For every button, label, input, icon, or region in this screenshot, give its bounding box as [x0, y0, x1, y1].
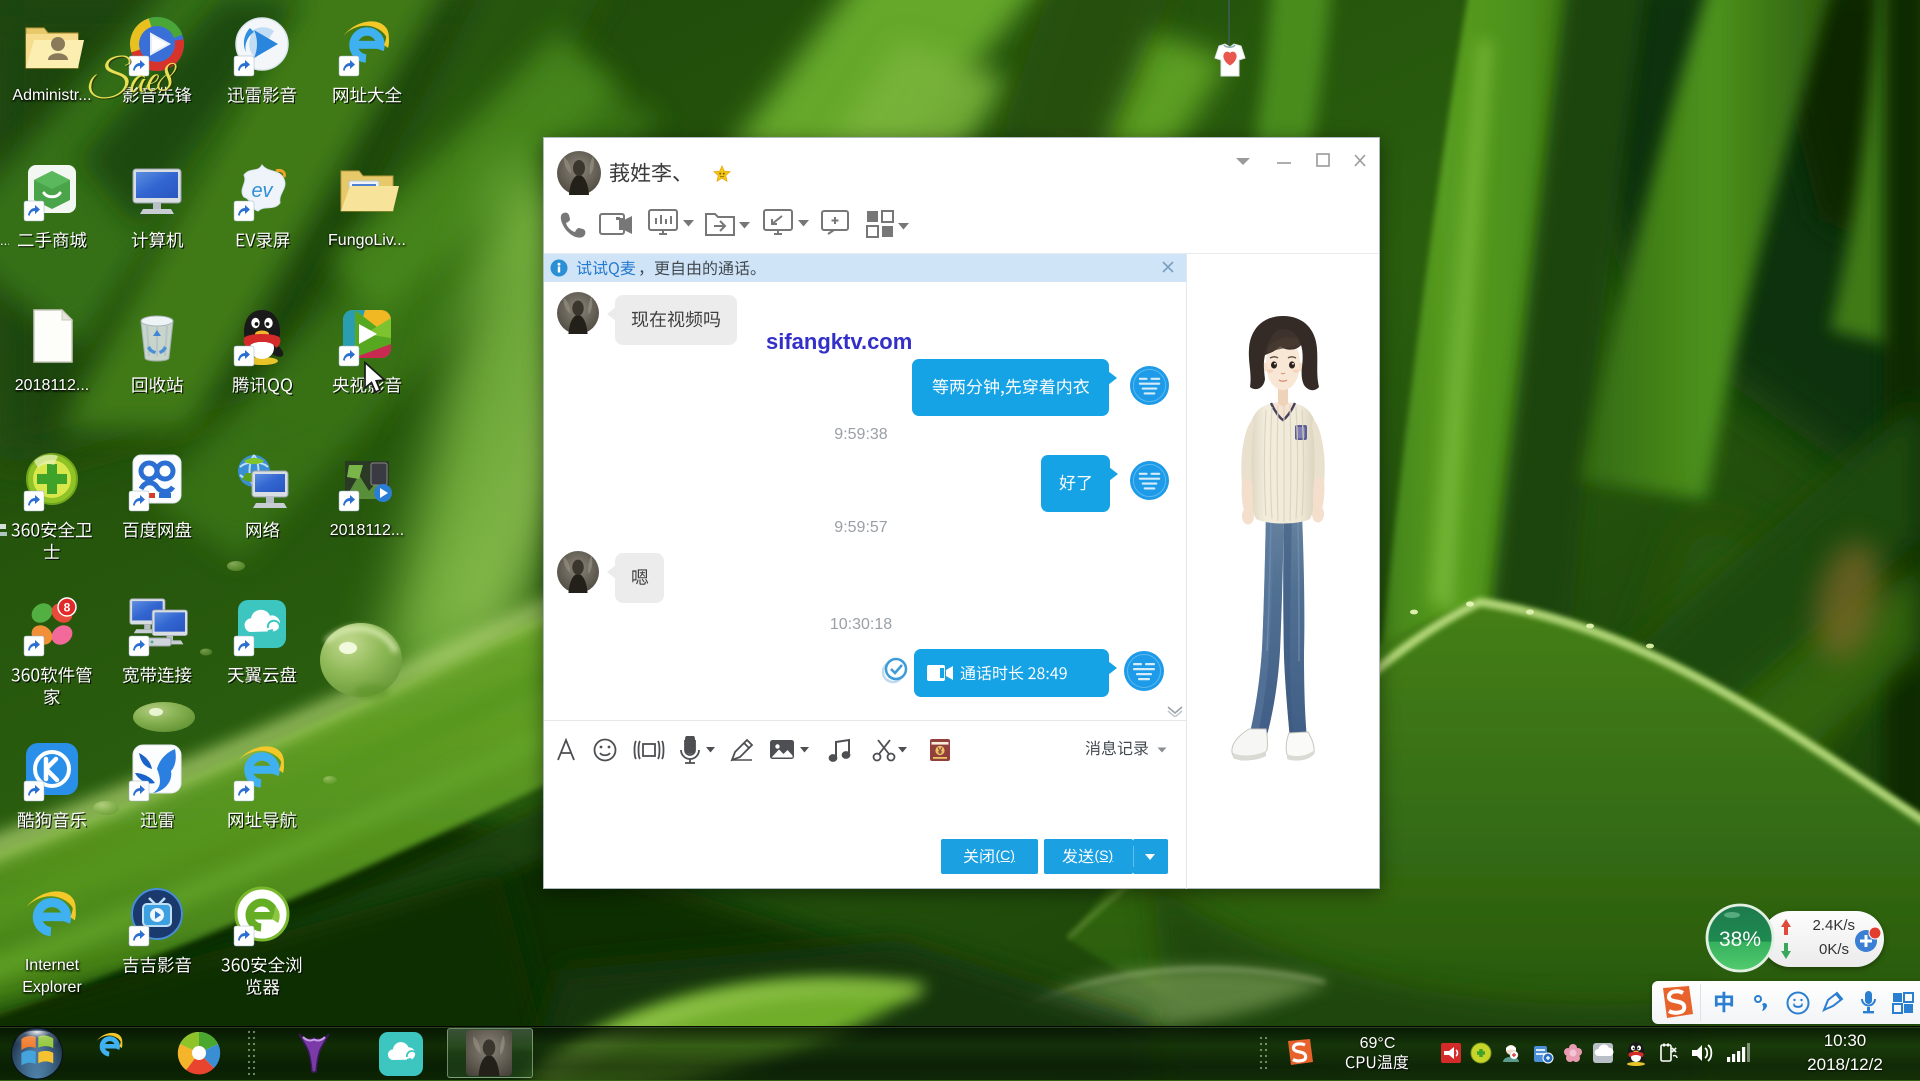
svg-text:ev: ev: [251, 180, 273, 202]
svg-text:¥: ¥: [937, 746, 942, 756]
svg-text:38%: 38%: [1719, 928, 1761, 951]
svg-text:8: 8: [64, 601, 71, 615]
